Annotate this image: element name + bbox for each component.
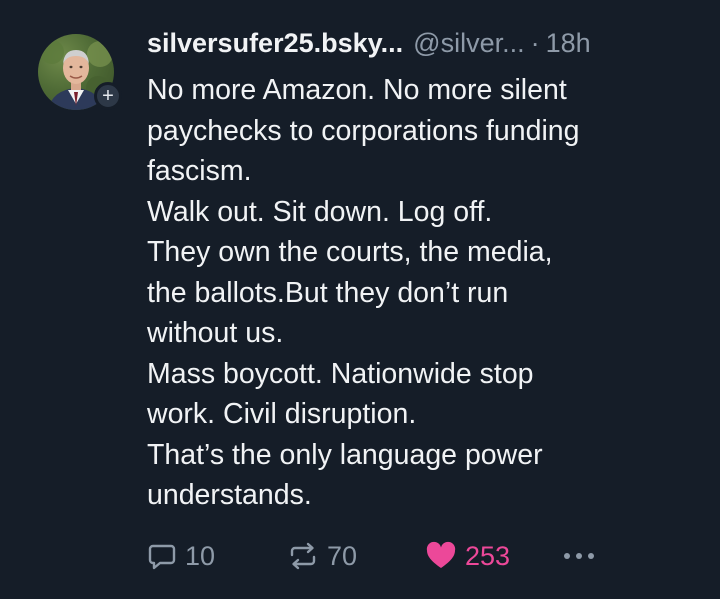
- post-body-line: They own the courts, the media,: [147, 236, 553, 268]
- post-body-line: understands.: [147, 479, 312, 511]
- separator-dot: ·: [530, 28, 540, 58]
- post-body-line: work. Civil disruption.: [147, 398, 417, 430]
- post-body-line: fascism.: [147, 155, 252, 187]
- plus-icon: +: [102, 85, 114, 107]
- avatar-container[interactable]: +: [38, 34, 122, 110]
- post-body-line: No more Amazon. No more silent: [147, 74, 567, 106]
- post[interactable]: + silversufer25.bsky... @silver... · 18h…: [0, 0, 720, 599]
- reply-icon: [148, 544, 176, 570]
- post-header: silversufer25.bsky... @silver... · 18h: [147, 28, 591, 64]
- post-body-line: the ballots.But they don’t run: [147, 276, 509, 309]
- like-count: 253: [465, 540, 511, 571]
- post-timestamp[interactable]: 18h: [546, 28, 591, 59]
- author-handle[interactable]: @silver...: [413, 28, 524, 59]
- post-body-line: paychecks to corporations funding: [147, 114, 580, 147]
- post-body-line: Walk out. Sit down. Log off.: [147, 195, 493, 228]
- post-body: No more Amazon. No more silent paychecks…: [147, 70, 707, 516]
- repost-icon: [290, 542, 316, 570]
- heart-icon: [426, 541, 456, 568]
- author-display-name[interactable]: silversufer25.bsky...: [147, 28, 403, 59]
- more-options-button[interactable]: [561, 536, 597, 576]
- more-icon: [564, 553, 594, 559]
- post-body-line: Mass boycott. Nationwide stop: [147, 357, 534, 390]
- follow-plus-button[interactable]: +: [94, 82, 122, 110]
- repost-button[interactable]: 70: [287, 536, 357, 576]
- reply-count: 10: [185, 540, 216, 571]
- post-body-line: That’s the only language power: [147, 438, 543, 471]
- post-actions: 10 70 253: [147, 536, 617, 576]
- post-body-line: without us.: [147, 317, 284, 349]
- reply-button[interactable]: 10: [147, 536, 215, 576]
- like-button[interactable]: 253: [425, 536, 510, 576]
- repost-count: 70: [327, 540, 358, 571]
